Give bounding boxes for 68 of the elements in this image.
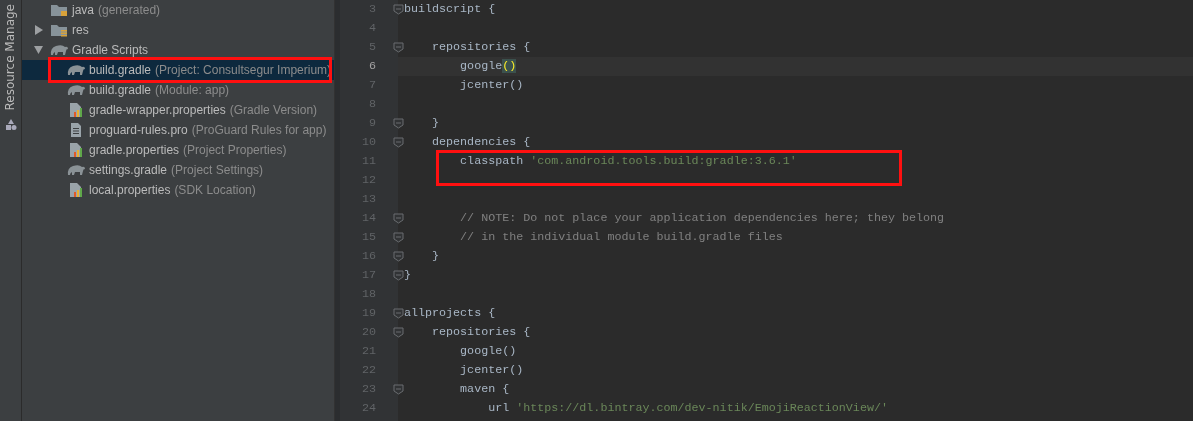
file-name: res: [72, 23, 89, 37]
code-line: }: [404, 268, 411, 282]
fold-marker-icon[interactable]: [393, 42, 404, 53]
file-name: local.properties: [89, 183, 171, 197]
file-description: (Project Properties): [183, 143, 287, 157]
folder-icon: [50, 23, 68, 37]
file-name: gradle-wrapper.properties: [89, 103, 226, 117]
file-name: settings.gradle: [89, 163, 168, 177]
file-description: (Project Settings): [171, 163, 264, 177]
bar-chart-file-icon: [69, 182, 83, 198]
tree-item[interactable]: gradle-wrapper.properties (Gradle Version): [22, 100, 334, 120]
code-line: // in the individual module build.gradle files: [459, 230, 783, 244]
tree-item[interactable]: proguard-rules.pro (ProGuard Rules for app): [22, 120, 334, 140]
file-name: java: [72, 3, 94, 17]
file-description: (Module: app): [155, 83, 230, 97]
file-description: (SDK Location): [174, 183, 256, 197]
fold-marker-icon[interactable]: [393, 270, 404, 281]
tree-item[interactable]: java (generated): [22, 0, 334, 20]
collapsed-arrow-icon[interactable]: [34, 25, 43, 35]
expanded-arrow-icon[interactable]: [34, 45, 43, 55]
fold-marker-icon[interactable]: [393, 4, 404, 15]
code-line: google(): [459, 344, 517, 358]
fold-marker-icon[interactable]: [393, 118, 404, 129]
file-description: (Gradle Version): [229, 103, 318, 117]
file-name: proguard-rules.pro: [89, 123, 188, 137]
tree-item[interactable]: res: [22, 20, 334, 40]
file-name: build.gradle: [89, 83, 152, 97]
tree-item[interactable]: Gradle Scripts: [22, 40, 334, 60]
tree-item[interactable]: settings.gradle (Project Settings): [22, 160, 334, 180]
code-line: google(): [459, 59, 517, 73]
file-name: build.gradle: [89, 63, 152, 77]
shapes-icon: [4, 118, 17, 131]
tree-item[interactable]: gradle.properties (Project Properties): [22, 140, 334, 160]
code-line: }: [431, 249, 440, 263]
code-line: allprojects {: [404, 306, 496, 320]
fold-marker-icon[interactable]: [393, 213, 404, 224]
tree-item[interactable]: local.properties (SDK Location): [22, 180, 334, 200]
file-name: Gradle Scripts: [72, 43, 149, 57]
file-description: (ProGuard Rules for app): [191, 123, 327, 137]
code-line: repositories {: [431, 325, 531, 339]
code-line: dependencies {: [431, 135, 531, 149]
code-line: url 'https://dl.bintray.com/dev-nitik/EmojiReactionView/': [487, 401, 888, 415]
fold-marker-icon[interactable]: [393, 251, 404, 262]
elephant-icon: [66, 63, 86, 77]
elephant-icon: [66, 83, 86, 97]
line-number: 6: [368, 58, 377, 75]
fold-marker-icon[interactable]: [393, 137, 404, 148]
code-line: jcenter(): [459, 78, 524, 92]
code-line: repositories {: [431, 40, 531, 54]
fold-marker-icon[interactable]: [393, 384, 404, 395]
file-name: gradle.properties: [89, 143, 180, 157]
file-description: (generated): [98, 3, 161, 17]
code-line: maven {: [459, 382, 510, 396]
fold-marker-icon[interactable]: [393, 232, 404, 243]
elephant-icon: [66, 163, 86, 177]
fold-marker-icon[interactable]: [393, 308, 404, 319]
folder-icon: [50, 3, 68, 17]
code-line: }: [431, 116, 440, 130]
bar-chart-file-icon: [69, 142, 83, 158]
bar-chart-file-icon: [69, 102, 83, 118]
code-line: buildscript {: [404, 2, 496, 16]
code-line: jcenter(): [459, 363, 524, 377]
fold-marker-icon[interactable]: [393, 327, 404, 338]
text-file-icon: [69, 122, 83, 138]
code-line: // NOTE: Do not place your application dependencies here; they belong: [459, 211, 945, 225]
elephant-icon: [49, 43, 69, 57]
tree-item[interactable]: build.gradle (Module: app): [22, 80, 334, 100]
code-line: classpath 'com.android.tools.build:gradle:3.6.1': [459, 154, 797, 168]
